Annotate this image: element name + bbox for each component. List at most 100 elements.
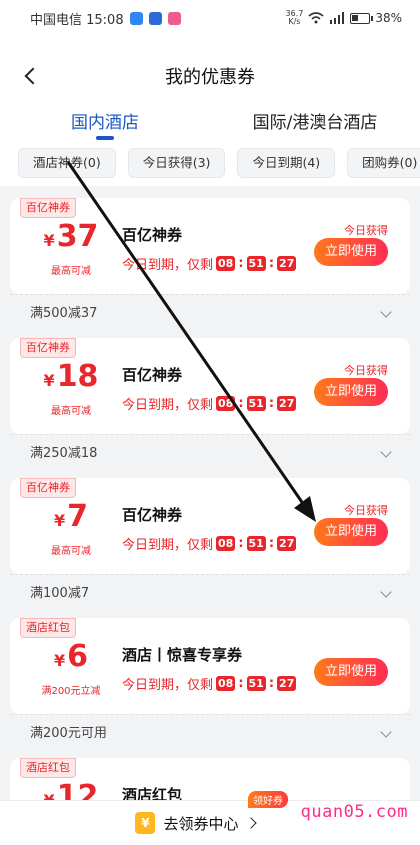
app-notification-icon xyxy=(167,11,181,25)
speed-unit: K/s xyxy=(288,17,301,26)
coupon-title: 百亿神券 xyxy=(122,506,183,524)
coupon-condition-row[interactable]: 满100减7 xyxy=(10,574,410,608)
coupon-item: 百亿神券 ¥7 最高可减 百亿神券 今日到期，仅剩 08: 51: 27 今日获… xyxy=(10,478,410,608)
coupon-amount: ¥6 满200元立减 xyxy=(28,639,114,698)
countdown-minutes: 51 xyxy=(246,396,266,411)
coupon-title: 百亿神券 xyxy=(122,226,183,244)
countdown-seconds: 27 xyxy=(277,536,297,551)
countdown-seconds: 27 xyxy=(277,256,297,271)
countdown-hours: 08 xyxy=(216,256,236,271)
coupon-item: 百亿神券 ¥18 最高可减 百亿神券 今日到期，仅剩 08: 51: 27 今日… xyxy=(10,338,410,468)
countdown-hours: 08 xyxy=(216,396,236,411)
amount-subtitle: 最高可减 xyxy=(51,406,91,417)
coupon-tag: 百亿神券 xyxy=(20,338,76,358)
currency-symbol: ¥ xyxy=(43,231,55,250)
currency-symbol: ¥ xyxy=(53,651,66,670)
expire-countdown: 今日到期，仅剩 08: 51: 27 xyxy=(122,396,297,413)
coupon-amount: ¥12 xyxy=(28,779,114,801)
nav-bar: 我的优惠券 xyxy=(0,56,420,96)
watermark: quan05.com xyxy=(300,802,408,822)
filter-chip-group-buy[interactable]: 团购券(0) xyxy=(347,148,420,178)
use-now-button[interactable]: 立即使用 xyxy=(314,658,388,686)
today-received-label: 今日获得 xyxy=(344,224,388,237)
app-notification-icon xyxy=(148,11,162,25)
promo-bubble: 领好券 xyxy=(248,791,288,808)
filter-chip-today-received[interactable]: 今日获得(3) xyxy=(127,148,226,178)
use-now-button[interactable]: 立即使用 xyxy=(314,378,388,406)
chevron-down-icon[interactable] xyxy=(380,725,392,738)
amount-value: 6 xyxy=(67,639,88,674)
status-right: 36.7 K/s 38% xyxy=(286,10,402,26)
battery-icon xyxy=(350,12,374,24)
chevron-down-icon[interactable] xyxy=(380,305,392,318)
coupon-item: 酒店红包 ¥12 酒店红包 xyxy=(10,758,410,800)
coupon-item: 酒店红包 ¥6 满200元立减 酒店丨惊喜专享券 今日到期，仅剩 08: 51:… xyxy=(10,618,410,748)
signal-icon xyxy=(330,12,345,24)
coupon-condition: 满100减7 xyxy=(30,586,90,601)
expire-text: 今日到期，仅剩 xyxy=(122,258,214,273)
today-received-label: 今日获得 xyxy=(344,364,388,377)
countdown-minutes: 51 xyxy=(246,676,266,691)
expire-countdown: 今日到期，仅剩 08: 51: 27 xyxy=(122,256,297,273)
countdown-seconds: 27 xyxy=(277,396,297,411)
amount-value: 18 xyxy=(56,359,99,394)
battery-percent: 38% xyxy=(375,11,402,25)
filter-chip-today-expiring[interactable]: 今日到期(4) xyxy=(237,148,336,178)
carrier-time: 中国电信 15:08 xyxy=(30,12,124,28)
coupon-title: 百亿神券 xyxy=(122,366,183,384)
countdown-minutes: 51 xyxy=(246,536,266,551)
amount-subtitle: 最高可减 xyxy=(51,546,91,557)
amount-value: 7 xyxy=(67,499,88,534)
coupon-card[interactable]: 百亿神券 ¥37 最高可减 百亿神券 今日到期，仅剩 08: 51: 27 今日… xyxy=(10,198,410,294)
amount-value: 12 xyxy=(56,779,99,801)
active-tab-indicator xyxy=(96,136,114,140)
back-button[interactable] xyxy=(16,62,44,90)
coupon-condition: 满250减18 xyxy=(30,446,98,461)
amount-value: 37 xyxy=(56,219,99,254)
app-notification-icon xyxy=(129,11,143,25)
coupon-title: 酒店丨惊喜专享券 xyxy=(122,646,243,664)
countdown-seconds: 27 xyxy=(277,676,297,691)
coupon-center-button[interactable]: ¥ 去领券中心 xyxy=(135,812,257,834)
coupon-condition-row[interactable]: 满200元可用 xyxy=(10,714,410,748)
use-now-button[interactable]: 立即使用 xyxy=(314,238,388,266)
status-left: 中国电信 15:08 xyxy=(30,9,181,28)
currency-symbol: ¥ xyxy=(43,371,55,390)
coupon-condition-row[interactable]: 满250减18 xyxy=(10,434,410,468)
currency-symbol: ¥ xyxy=(53,511,66,530)
coupon-tag: 百亿神券 xyxy=(20,478,76,498)
countdown-hours: 08 xyxy=(216,536,236,551)
chevron-down-icon[interactable] xyxy=(380,445,392,458)
tab-label: 国际/港澳台酒店 xyxy=(252,113,378,133)
coupon-card[interactable]: 酒店红包 ¥12 酒店红包 xyxy=(10,758,410,800)
coupon-tag: 酒店红包 xyxy=(20,618,76,638)
amount-subtitle: 满200元立减 xyxy=(41,686,101,697)
chevron-down-icon[interactable] xyxy=(380,585,392,598)
coupon-condition-row[interactable]: 满500减37 xyxy=(10,294,410,328)
expire-countdown: 今日到期，仅剩 08: 51: 27 xyxy=(122,676,297,693)
coupon-tag: 酒店红包 xyxy=(20,758,76,778)
coupon-title: 酒店红包 xyxy=(122,786,183,800)
status-bar: 中国电信 15:08 36.7 K/s 38% xyxy=(0,0,420,36)
coupon-amount: ¥18 最高可减 xyxy=(28,359,114,418)
back-arrow-icon xyxy=(24,67,42,85)
currency-symbol: ¥ xyxy=(44,791,55,800)
coupon-amount: ¥7 最高可减 xyxy=(28,499,114,558)
coupon-card[interactable]: 酒店红包 ¥6 满200元立减 酒店丨惊喜专享券 今日到期，仅剩 08: 51:… xyxy=(10,618,410,714)
use-now-button[interactable]: 立即使用 xyxy=(314,518,388,546)
coupon-amount: ¥37 最高可减 xyxy=(28,219,114,278)
expire-text: 今日到期，仅剩 xyxy=(122,678,214,693)
chevron-right-icon xyxy=(244,817,257,829)
coupon-card[interactable]: 百亿神券 ¥18 最高可减 百亿神券 今日到期，仅剩 08: 51: 27 今日… xyxy=(10,338,410,434)
filter-row: 酒店神券(0) 今日获得(3) 今日到期(4) 团购券(0) xyxy=(18,148,420,178)
amount-subtitle: 最高可减 xyxy=(51,266,91,277)
tab-label: 国内酒店 xyxy=(71,113,139,133)
coupon-list[interactable]: 百亿神券 ¥37 最高可减 百亿神券 今日到期，仅剩 08: 51: 27 今日… xyxy=(0,186,420,800)
tab-international-hotel[interactable]: 国际/港澳台酒店 xyxy=(210,104,420,140)
coupon-center-label: 去领券中心 xyxy=(163,814,239,833)
network-speed: 36.7 K/s xyxy=(286,10,304,26)
coupon-condition: 满500减37 xyxy=(30,306,98,321)
coupon-card[interactable]: 百亿神券 ¥7 最高可减 百亿神券 今日到期，仅剩 08: 51: 27 今日获… xyxy=(10,478,410,574)
filter-chip-shenquan[interactable]: 酒店神券(0) xyxy=(18,148,116,178)
tab-domestic-hotel[interactable]: 国内酒店 xyxy=(0,104,210,140)
